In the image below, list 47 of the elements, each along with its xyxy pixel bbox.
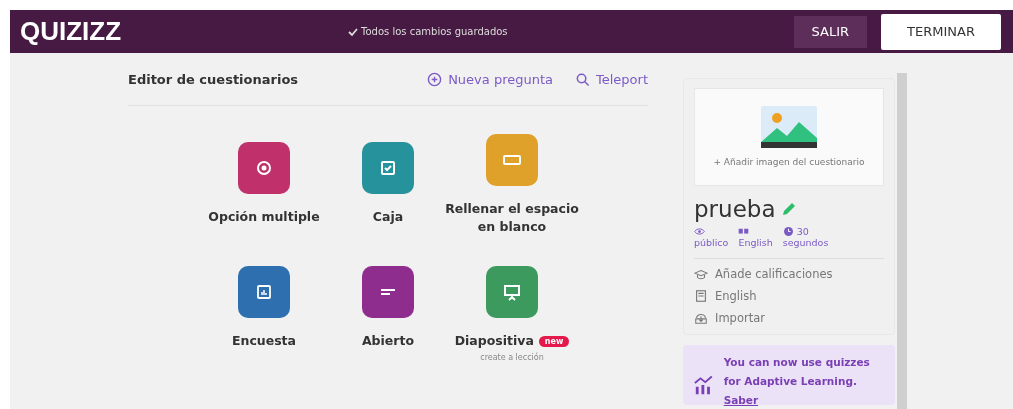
logo: QUIZIZZ xyxy=(20,16,123,47)
question-type-label: Abierto xyxy=(360,332,416,350)
chart-icon xyxy=(693,373,714,395)
editor-title: Editor de cuestionarios xyxy=(128,71,300,87)
save-status: Todos los cambios guardados xyxy=(361,26,509,37)
search-icon xyxy=(575,71,590,87)
quiz-name: prueba xyxy=(694,196,776,222)
add-link[interactable]: Nueva pregunta xyxy=(427,71,553,87)
search-link[interactable]: Teleport xyxy=(575,71,648,87)
question-type-label: Rellenar el espacio en blanco xyxy=(444,200,580,236)
question-type-button[interactable] xyxy=(486,266,538,318)
question-type-button[interactable] xyxy=(362,142,414,194)
exit-button[interactable]: SALIR xyxy=(793,15,868,48)
book-icon xyxy=(694,289,708,303)
graduation-cap-icon xyxy=(694,267,708,281)
meta-value: 30 xyxy=(796,226,809,237)
finish-button[interactable]: TERMINAR xyxy=(881,13,1001,50)
meta-label: público xyxy=(694,237,729,248)
meta-label: English xyxy=(738,237,773,248)
plus-circle-icon xyxy=(427,71,443,87)
question-type-button[interactable] xyxy=(238,142,290,194)
image-placeholder-icon xyxy=(761,106,817,148)
learn-more-link[interactable]: Saber xyxy=(723,394,759,406)
language-icon xyxy=(738,226,750,237)
eye-icon xyxy=(694,226,705,237)
scrollbar[interactable] xyxy=(897,73,907,409)
checkbox-icon xyxy=(378,158,398,178)
option-link[interactable]: Añade calificaciones xyxy=(715,267,833,281)
slide-icon xyxy=(502,282,522,302)
poll-icon xyxy=(254,282,274,302)
question-type-button[interactable] xyxy=(362,266,414,318)
question-type-label: Opción multiple xyxy=(207,208,321,226)
check-icon xyxy=(348,26,358,37)
meta-label: segundos xyxy=(782,237,829,248)
promo-text: You can now use quizzes for Adaptive Learning. Saber xyxy=(723,355,871,405)
new-badge: new xyxy=(538,335,570,347)
clock-icon xyxy=(782,226,794,237)
question-type-label: Encuesta xyxy=(230,332,298,350)
question-type-label: Diapositiva xyxy=(454,332,534,350)
radio-icon xyxy=(254,158,274,178)
pencil-icon[interactable] xyxy=(781,201,798,217)
type-note: create a lección xyxy=(480,353,544,362)
cloud-upload-icon xyxy=(694,311,708,325)
add-image-button[interactable]: + Añadir imagen del cuestionario xyxy=(707,156,871,168)
question-type-button[interactable] xyxy=(238,266,290,318)
option-link[interactable]: English xyxy=(715,289,757,303)
option-link[interactable]: Importar xyxy=(715,311,765,325)
